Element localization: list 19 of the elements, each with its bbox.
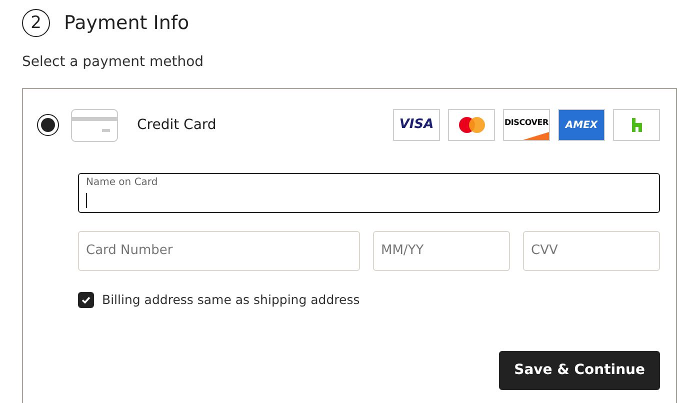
credit-card-icon: [71, 108, 118, 142]
method-label: Credit Card: [137, 116, 216, 134]
input-field[interactable]: MM/YY: [373, 230, 510, 270]
checkbox-label: Billing address same as shipping address: [102, 290, 360, 309]
save-continue-button[interactable]: Save & Continue: [499, 351, 660, 390]
amex-logo: AMEX: [558, 109, 605, 141]
check-icon: [81, 294, 91, 305]
section-subtitle: Select a payment method: [22, 52, 205, 72]
houzz-logo: [613, 109, 660, 141]
section-title: Payment Info: [64, 11, 190, 36]
input-field[interactable]: CVV: [523, 230, 660, 270]
visa-logo: VISA: [393, 109, 440, 141]
mastercard-logo: [448, 109, 495, 141]
discover-logo: DISCOVER: [503, 109, 550, 141]
radio-button[interactable]: [37, 114, 59, 136]
input-field[interactable]: Card Number: [78, 230, 360, 270]
name-on-card-field[interactable]: Name on Card: [78, 172, 660, 212]
checkbox[interactable]: [78, 292, 94, 308]
step-number: 2: [22, 9, 50, 38]
